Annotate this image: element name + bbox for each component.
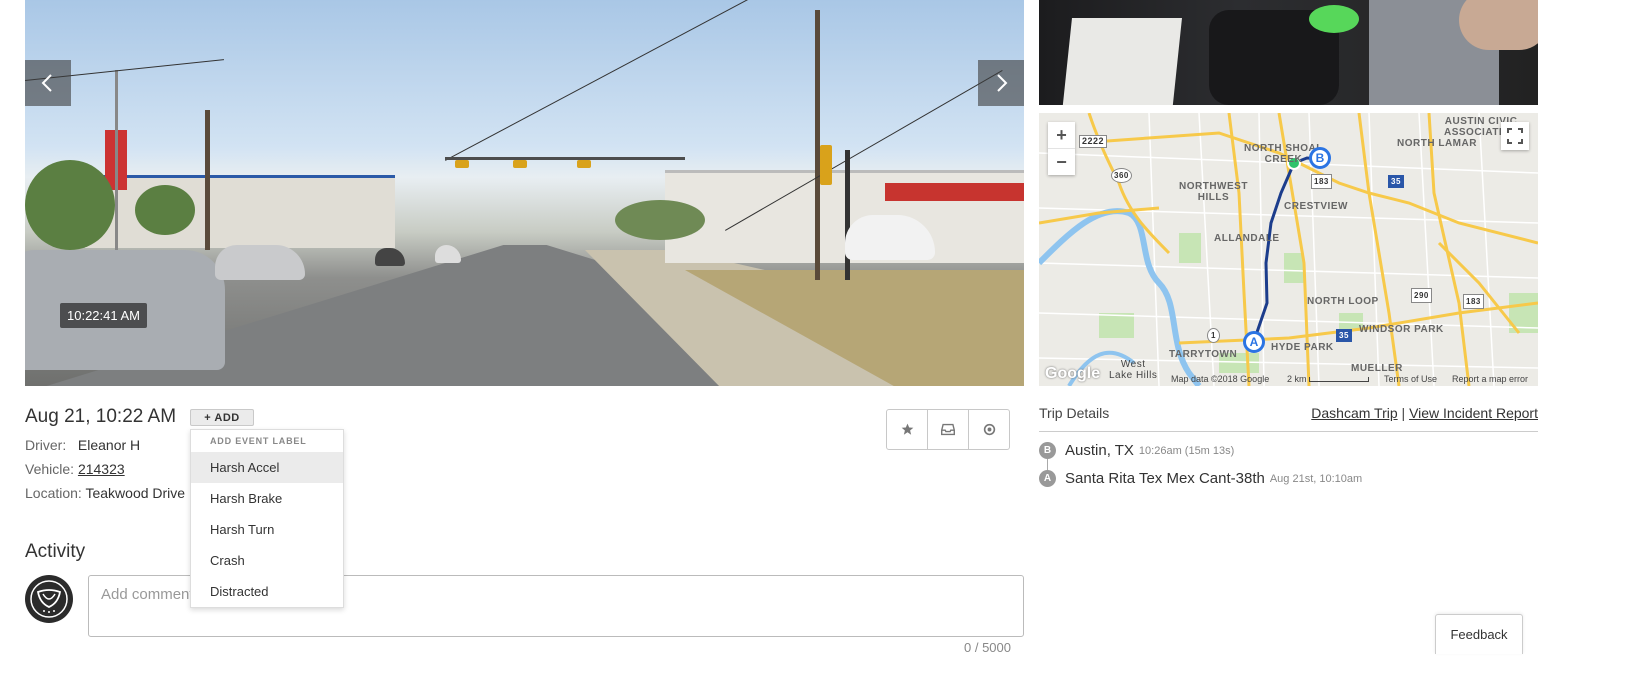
- map-label-west-lake: West Lake Hills: [1109, 359, 1158, 381]
- map-label-north-loop: NORTH LOOP: [1307, 296, 1379, 307]
- location-label: Location:: [25, 485, 82, 501]
- highway-shield-1: 1: [1207, 328, 1220, 343]
- zoom-out-button[interactable]: −: [1048, 148, 1075, 175]
- event-action-group: [886, 409, 1010, 450]
- map-marker-b[interactable]: B: [1309, 147, 1331, 169]
- map-scale: 2 km: [1287, 374, 1370, 384]
- activity-heading: Activity: [25, 541, 86, 562]
- owl-logo-icon: [30, 580, 68, 618]
- highway-shield-183-south: 183: [1463, 294, 1484, 309]
- stop-badge: A: [1039, 470, 1056, 487]
- interior-camera-frame[interactable]: [1039, 0, 1538, 105]
- stop-name: Austin, TX: [1065, 442, 1134, 459]
- next-video-button[interactable]: [978, 60, 1024, 106]
- chevron-right-icon: [997, 74, 1008, 92]
- map-label-mueller: MUELLER: [1351, 363, 1403, 374]
- trip-stop-start: A Santa Rita Tex Mex Cant-38th Aug 21st,…: [1039, 470, 1362, 487]
- google-logo: Google: [1045, 365, 1101, 382]
- map-label-allandale: ALLANDALE: [1214, 233, 1280, 244]
- map-terms-link[interactable]: Terms of Use: [1384, 374, 1437, 384]
- avatar: [25, 575, 73, 623]
- map-marker-a[interactable]: A: [1243, 331, 1265, 353]
- previous-video-button[interactable]: [25, 60, 71, 106]
- vehicle-link[interactable]: 214323: [78, 461, 125, 477]
- dropdown-item-distracted[interactable]: Distracted: [191, 576, 343, 607]
- highway-shield-183: 183: [1311, 174, 1332, 189]
- trip-details-heading: Trip Details: [1039, 405, 1110, 421]
- vehicle-row: Vehicle: 214323: [25, 461, 125, 477]
- map-label-crestview: CRESTVIEW: [1284, 201, 1348, 212]
- driver-label: Driver:: [25, 437, 67, 453]
- event-date: Aug 21, 10:22 AM: [25, 406, 177, 427]
- dashcam-trip-link[interactable]: Dashcam Trip: [1311, 405, 1397, 421]
- stop-name: Santa Rita Tex Mex Cant-38th: [1065, 470, 1265, 487]
- map-label-hyde-park: HYDE PARK: [1271, 342, 1334, 353]
- stop-time: 10:26am (15m 13s): [1138, 444, 1235, 457]
- map-label-windsor-park: WINDSOR PARK: [1359, 324, 1444, 335]
- dropdown-item-harsh-turn[interactable]: Harsh Turn: [191, 514, 343, 545]
- map-zoom-control: + −: [1048, 122, 1075, 175]
- highway-shield-35-south: 35: [1336, 329, 1352, 342]
- inbox-icon: [941, 423, 955, 436]
- location-value: Teakwood Drive: [85, 485, 186, 501]
- dropdown-header: ADD EVENT LABEL: [210, 436, 307, 446]
- dropdown-item-crash[interactable]: Crash: [191, 545, 343, 576]
- driver-row: Driver: Eleanor H: [25, 437, 140, 453]
- view-incident-report-link[interactable]: View Incident Report: [1409, 405, 1538, 421]
- dropdown-item-harsh-brake[interactable]: Harsh Brake: [191, 483, 343, 514]
- highway-shield-360: 360: [1111, 168, 1132, 183]
- fullscreen-icon: [1507, 128, 1523, 144]
- location-row: Location: Teakwood Drive: [25, 485, 185, 501]
- vehicle-label: Vehicle:: [25, 461, 75, 477]
- star-button[interactable]: [887, 410, 927, 449]
- event-label-dropdown: ADD EVENT LABEL Harsh Accel Harsh Brake …: [190, 429, 344, 608]
- link-separator: |: [1401, 405, 1406, 421]
- chevron-left-icon: [41, 74, 52, 92]
- dropdown-item-harsh-accel[interactable]: Harsh Accel: [191, 452, 343, 483]
- divider: [1039, 431, 1538, 432]
- map-label-north-lamar: NORTH LAMAR: [1397, 138, 1477, 149]
- map-report-error-link[interactable]: Report a map error: [1452, 374, 1528, 384]
- dashcam-video-frame[interactable]: 10:22:41 AM: [25, 0, 1024, 386]
- map-label-tarrytown: TARRYTOWN: [1169, 349, 1238, 360]
- star-icon: [901, 423, 913, 435]
- highway-shield-35: 35: [1388, 175, 1404, 188]
- trip-stop-end: B Austin, TX 10:26am (15m 13s): [1039, 442, 1234, 459]
- map-fullscreen-button[interactable]: [1501, 122, 1529, 150]
- feedback-button[interactable]: Feedback: [1435, 614, 1523, 654]
- trip-map[interactable]: AUSTIN CIVIC ASSOCIATION NORTH SHOAL CREEK…: [1039, 113, 1538, 386]
- map-attribution: Map data ©2018 Google: [1171, 374, 1270, 384]
- stop-time: Aug 21st, 10:10am: [1269, 472, 1363, 485]
- stop-badge: B: [1039, 442, 1056, 459]
- circle-button[interactable]: [968, 410, 1009, 449]
- highway-shield-2222: 2222: [1079, 135, 1108, 148]
- map-label-northwest-hills: NORTHWEST HILLS: [1179, 181, 1248, 203]
- comment-char-count: 0 / 5000: [964, 640, 1011, 655]
- inbox-button[interactable]: [927, 410, 968, 449]
- video-timestamp: 10:22:41 AM: [60, 303, 147, 328]
- trip-links: Dashcam Trip | View Incident Report: [1311, 405, 1538, 421]
- zoom-in-button[interactable]: +: [1048, 122, 1075, 148]
- circle-icon: [983, 423, 995, 436]
- highway-shield-290: 290: [1411, 288, 1432, 303]
- driver-value: Eleanor H: [77, 437, 141, 453]
- add-label-button[interactable]: + ADD: [190, 409, 254, 426]
